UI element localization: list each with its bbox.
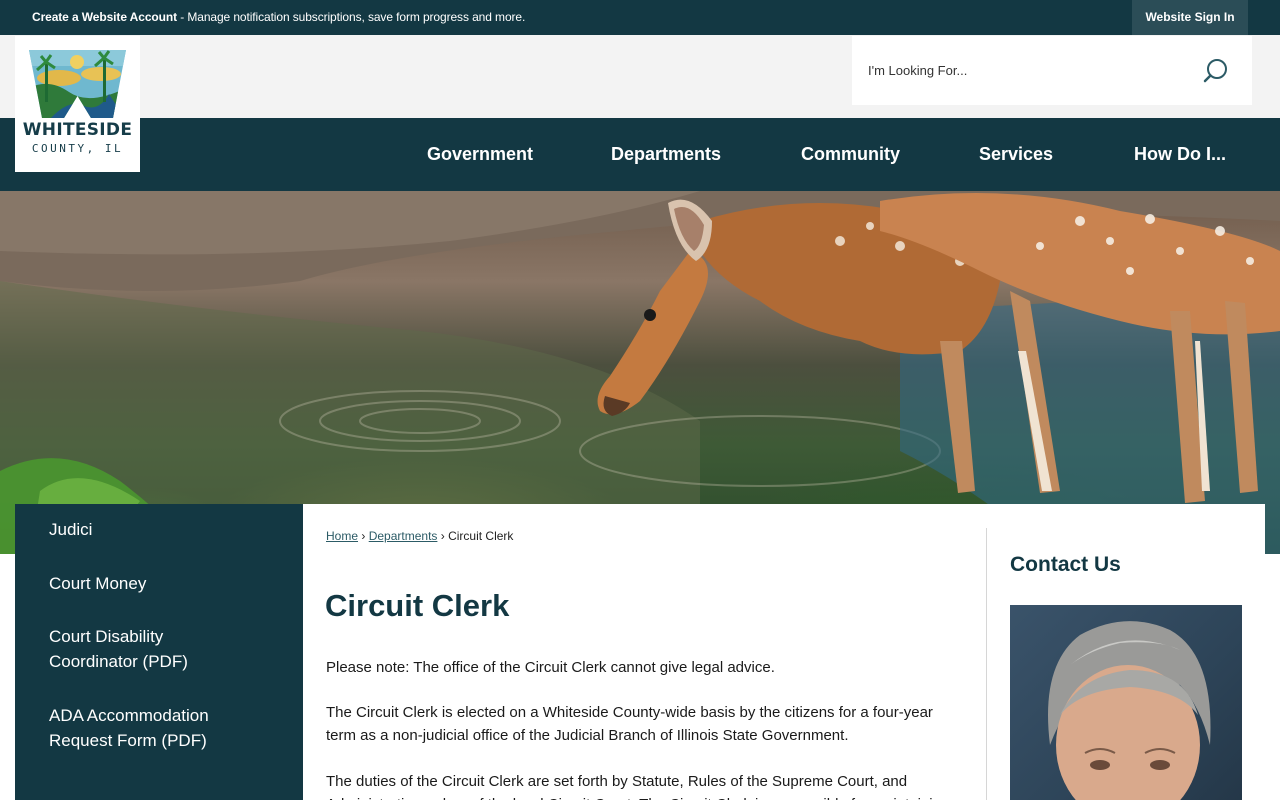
search-box bbox=[852, 36, 1252, 105]
site-logo[interactable]: WHITESIDE COUNTY, IL bbox=[15, 36, 140, 172]
main-content: Home › Departments › Circuit Clerk Circu… bbox=[303, 504, 1265, 800]
breadcrumb-home-link[interactable]: Home bbox=[326, 529, 358, 543]
sidebar-item-court-money[interactable]: Court Money bbox=[49, 571, 279, 596]
content-divider bbox=[986, 528, 987, 800]
breadcrumb-current: Circuit Clerk bbox=[448, 529, 514, 543]
nav-departments[interactable]: Departments bbox=[611, 118, 721, 191]
clerk-portrait-photo bbox=[1010, 605, 1242, 800]
sidebar-item-judici[interactable]: Judici bbox=[49, 517, 279, 542]
clerk-portrait-icon bbox=[1048, 621, 1211, 800]
breadcrumb-separator: › bbox=[440, 529, 445, 543]
sidebar-navigation: Judici Court Money Court Disability Coor… bbox=[15, 504, 303, 800]
contact-us-heading: Contact Us bbox=[1010, 553, 1121, 576]
fawn-drinking-illustration bbox=[0, 191, 1280, 554]
create-account-strong: Create a Website Account bbox=[32, 10, 177, 24]
sidebar-item-ada-accommodation-form[interactable]: ADA Accommodation Request Form (PDF) bbox=[49, 703, 229, 753]
breadcrumb-separator: › bbox=[361, 529, 366, 543]
top-utility-bar: Create a Website Account - Manage notifi… bbox=[0, 0, 1280, 35]
breadcrumb-departments-link[interactable]: Departments bbox=[369, 529, 438, 543]
sidebar-item-court-disability-coordinator[interactable]: Court Disability Coordinator (PDF) bbox=[49, 624, 209, 674]
nav-services[interactable]: Services bbox=[979, 118, 1053, 191]
create-account-description: - Manage notification subscriptions, sav… bbox=[176, 10, 526, 24]
breadcrumb: Home › Departments › Circuit Clerk bbox=[326, 529, 513, 543]
logo-title: WHITESIDE bbox=[22, 120, 133, 140]
website-sign-in-button[interactable]: Website Sign In bbox=[1132, 0, 1248, 35]
main-navigation: Government Departments Community Service… bbox=[0, 118, 1280, 191]
search-input[interactable] bbox=[868, 58, 1188, 82]
legal-advice-notice: Please note: The office of the Circuit C… bbox=[326, 659, 775, 676]
create-account-link[interactable]: Create a Website Account - Manage notifi… bbox=[32, 10, 525, 24]
hero-banner-image bbox=[0, 191, 1280, 554]
logo-subtitle: COUNTY, IL bbox=[31, 142, 124, 155]
clerk-duties-paragraph: The duties of the Circuit Clerk are set … bbox=[326, 773, 949, 800]
nav-community[interactable]: Community bbox=[801, 118, 900, 191]
clerk-election-paragraph: The Circuit Clerk is elected on a Whites… bbox=[326, 704, 933, 744]
search-icon[interactable] bbox=[1202, 56, 1232, 86]
page-title: Circuit Clerk bbox=[325, 588, 510, 623]
nav-government[interactable]: Government bbox=[427, 118, 533, 191]
nav-how-do-i[interactable]: How Do I... bbox=[1134, 118, 1226, 191]
whiteside-county-logo-icon bbox=[29, 50, 126, 118]
